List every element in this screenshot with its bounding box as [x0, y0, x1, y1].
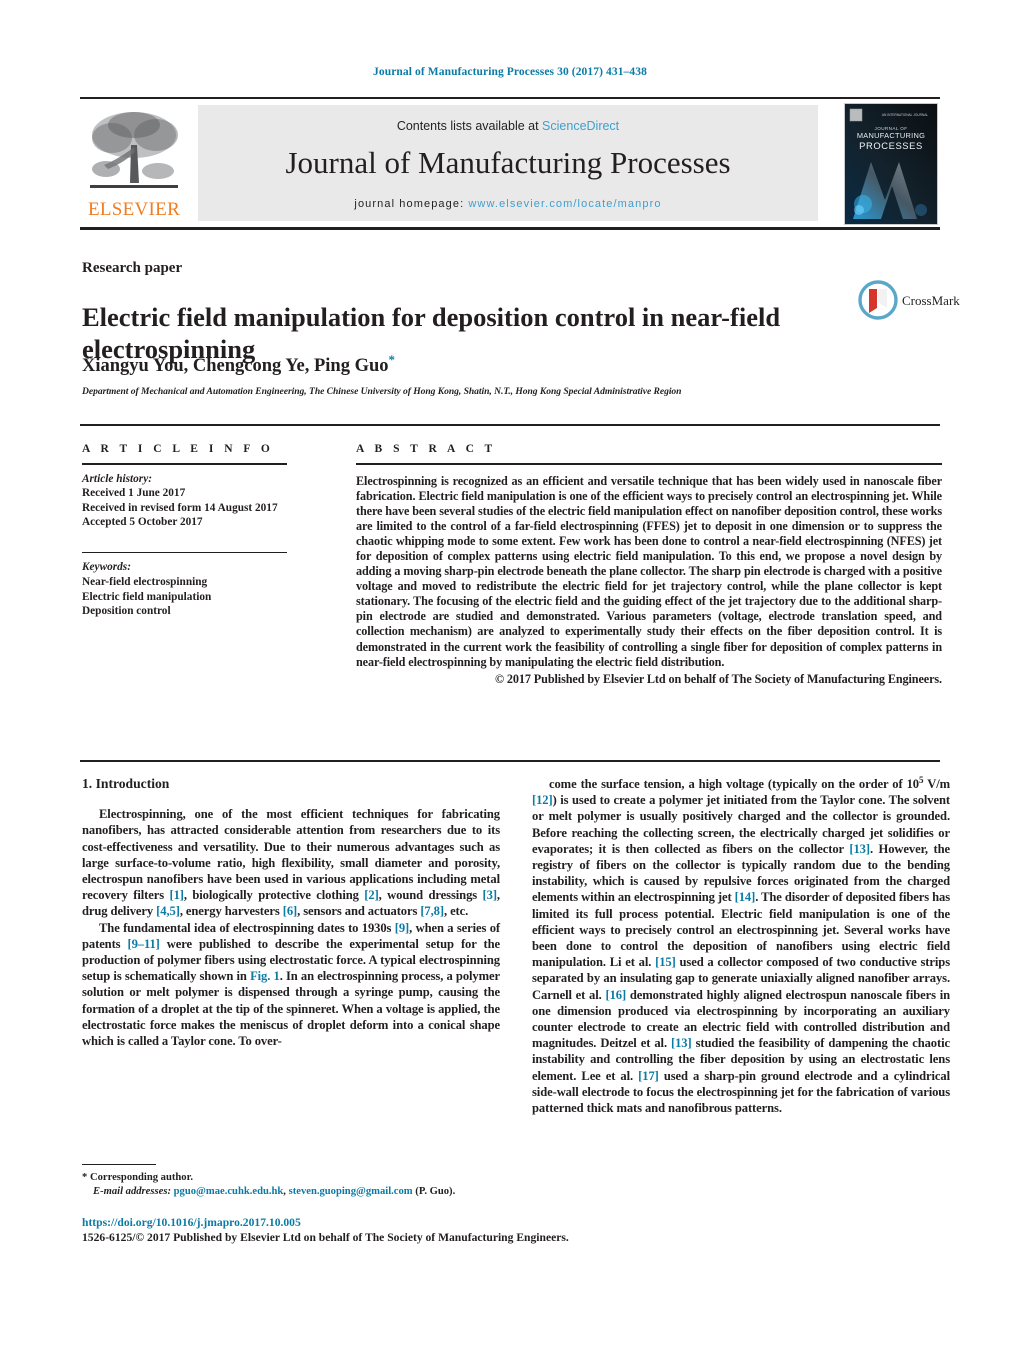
- keywords-block: Keywords: Near-field electrospinning Ele…: [82, 560, 312, 618]
- article-history-label: Article history:: [82, 472, 152, 485]
- journal-masthead: ELSEVIER Contents lists available at Sci…: [80, 97, 940, 230]
- issn-copyright-line: 1526-6125/© 2017 Published by Elsevier L…: [82, 1231, 569, 1244]
- citation-link[interactable]: [1]: [169, 888, 183, 902]
- abstract-copyright: © 2017 Published by Elsevier Ltd on beha…: [494, 671, 942, 686]
- tree-svg: [90, 112, 178, 188]
- journal-cover-thumbnail: AN INTERNATIONAL JOURNAL JOURNAL OF MANU…: [844, 103, 938, 225]
- article-info-rule: [82, 463, 287, 465]
- footnote-block: * Corresponding author. E-mail addresses…: [82, 1164, 500, 1198]
- body-text: , sensors and actuators: [297, 904, 421, 919]
- body-column-left: 1. Introduction Electrospinning, one of …: [82, 776, 500, 1049]
- article-info-heading: A R T I C L E I N F O: [82, 443, 274, 455]
- svg-text:PROCESSES: PROCESSES: [859, 140, 923, 151]
- elsevier-logo: ELSEVIER: [82, 103, 186, 223]
- citation-link[interactable]: Fig. 1: [250, 969, 280, 983]
- citation-link[interactable]: [2]: [364, 888, 378, 902]
- journal-title: Journal of Manufacturing Processes: [285, 145, 731, 180]
- keyword-item: Electric field manipulation: [82, 590, 212, 603]
- article-type-label: Research paper: [82, 260, 183, 276]
- running-head: Journal of Manufacturing Processes 30 (2…: [373, 66, 647, 78]
- contents-available-line: Contents lists available at ScienceDirec…: [198, 119, 818, 133]
- homepage-url-link[interactable]: www.elsevier.com/locate/manpro: [468, 198, 661, 210]
- article-history: Article history: Received 1 June 2017 Re…: [82, 472, 312, 530]
- corresponding-author-marker: *: [388, 352, 396, 367]
- email-link-primary[interactable]: pguo@mae.cuhk.edu.hk: [174, 1186, 284, 1197]
- body-text: , etc.: [443, 904, 469, 919]
- sciencedirect-link[interactable]: ScienceDirect: [542, 119, 619, 133]
- keyword-item: Near-field electrospinning: [82, 575, 208, 588]
- masthead-bottom-rule: [80, 227, 940, 230]
- elsevier-tree-icon: [86, 105, 182, 195]
- citation-link[interactable]: [9–11]: [127, 937, 159, 951]
- email-label: E-mail addresses:: [93, 1185, 171, 1197]
- citation-link[interactable]: [12]: [532, 793, 553, 807]
- abstract-band-bottom-rule: [80, 760, 940, 762]
- abstract-heading: A B S T R A C T: [356, 443, 497, 455]
- masthead-top-rule: [80, 97, 940, 99]
- doi-link[interactable]: https://doi.org/10.1016/j.jmapro.2017.10…: [82, 1216, 942, 1230]
- homepage-prefix: journal homepage:: [354, 198, 469, 210]
- body-paragraph: Electrospinning, one of the most efficie…: [82, 806, 500, 919]
- crossmark-badge[interactable]: CrossMark: [858, 280, 966, 326]
- affiliation: Department of Mechanical and Automation …: [82, 386, 682, 397]
- author-names: Xiangyu You, Chengcong Ye, Ping Guo: [82, 356, 389, 377]
- citation-link[interactable]: [6]: [283, 904, 297, 918]
- svg-text:MANUFACTURING: MANUFACTURING: [857, 131, 925, 140]
- email-link-secondary[interactable]: steven.guoping@gmail.com: [289, 1186, 413, 1197]
- footnote-rule: [82, 1164, 156, 1166]
- crossmark-icon: [858, 280, 898, 320]
- body-text: come the surface tension, a high voltage…: [549, 777, 920, 791]
- article-history-item: Accepted 5 October 2017: [82, 516, 203, 529]
- abstract-band-top-rule: [80, 424, 940, 426]
- abstract-block: A B S T R A C T Electrospinning is recog…: [356, 443, 942, 687]
- author-list: Xiangyu You, Chengcong Ye, Ping Guo*: [82, 352, 842, 377]
- article-history-item: Received 1 June 2017: [82, 487, 186, 500]
- left-paragraphs: Electrospinning, one of the most efficie…: [82, 806, 500, 1049]
- body-paragraph: The fundamental idea of electrospinning …: [82, 920, 500, 1050]
- elsevier-wordmark: ELSEVIER: [87, 199, 181, 220]
- citation-link[interactable]: [13]: [671, 1036, 692, 1050]
- citation-link[interactable]: [15]: [655, 955, 676, 969]
- citation-link[interactable]: [13]: [849, 842, 870, 856]
- body-text: , energy harvesters: [179, 904, 283, 919]
- svg-text:AN INTERNATIONAL JOURNAL: AN INTERNATIONAL JOURNAL: [882, 113, 928, 117]
- keyword-item: Deposition control: [82, 605, 171, 618]
- citation-link[interactable]: [4,5]: [156, 904, 180, 918]
- article-info-block: A R T I C L E I N F O Article history: R…: [82, 443, 312, 619]
- contents-prefix: Contents lists available at: [396, 119, 543, 133]
- journal-homepage-line: journal homepage: www.elsevier.com/locat…: [198, 198, 818, 210]
- masthead-center-panel: Contents lists available at ScienceDirec…: [198, 105, 818, 221]
- section-title-introduction: 1. Introduction: [82, 776, 170, 791]
- body-text: The fundamental idea of electrospinning …: [99, 920, 395, 935]
- body-text: , wound dressings: [378, 888, 483, 903]
- citation-link[interactable]: [14]: [735, 890, 756, 904]
- email-suffix: (P. Guo).: [412, 1185, 456, 1197]
- citation-link[interactable]: [17]: [638, 1069, 659, 1083]
- citation-link[interactable]: [7,8]: [420, 904, 444, 918]
- email-line: E-mail addresses: pguo@mae.cuhk.edu.hk, …: [82, 1185, 500, 1198]
- body-column-right: come the surface tension, a high voltage…: [532, 775, 951, 1116]
- citation-link[interactable]: [9]: [395, 921, 409, 935]
- right-paragraphs: come the surface tension, a high voltage…: [532, 775, 951, 1116]
- body-paragraph: come the surface tension, a high voltage…: [532, 775, 951, 1116]
- body-text: , biologically protective clothing: [183, 888, 365, 903]
- citation-link[interactable]: [16]: [605, 988, 626, 1002]
- crossmark-label: CrossMark: [902, 293, 960, 308]
- citation-link[interactable]: [3]: [483, 888, 497, 902]
- corresponding-author-note: * Corresponding author.: [82, 1172, 193, 1184]
- keywords-label: Keywords:: [82, 561, 131, 574]
- body-text: V/m: [923, 777, 951, 791]
- paper-page: Journal of Manufacturing Processes 30 (2…: [0, 0, 1020, 1351]
- keywords-rule: [82, 551, 287, 554]
- cover-art-svg: AN INTERNATIONAL JOURNAL JOURNAL OF MANU…: [845, 104, 937, 224]
- abstract-text: Electrospinning is recognized as an effi…: [356, 473, 942, 669]
- abstract-rule: [356, 463, 942, 465]
- article-history-item: Received in revised form 14 August 2017: [82, 501, 278, 514]
- page-footer: https://doi.org/10.1016/j.jmapro.2017.10…: [82, 1216, 942, 1245]
